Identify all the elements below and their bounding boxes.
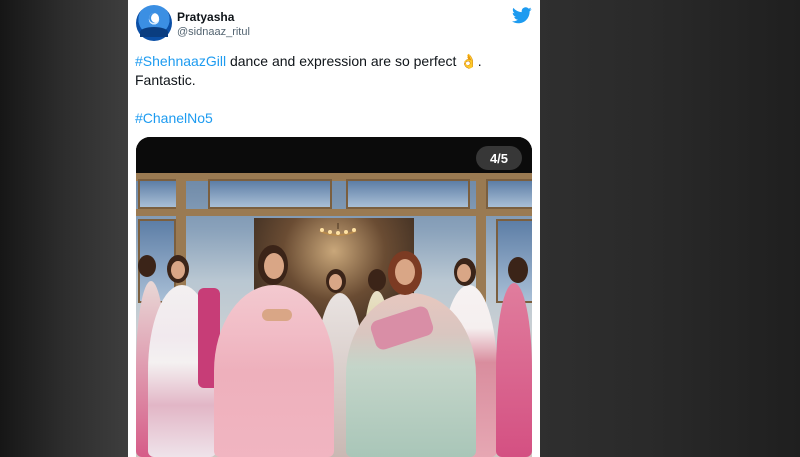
- twitter-bird-icon[interactable]: [512, 7, 532, 24]
- user-handle[interactable]: @sidnaaz_ritul: [177, 26, 250, 38]
- dancer-face: [329, 274, 342, 290]
- avatar[interactable]: [136, 5, 172, 41]
- window-pane: [486, 179, 532, 209]
- tweet-text: #ShehnaazGill dance and expression are s…: [135, 52, 530, 128]
- window-pane: [138, 179, 178, 209]
- dancer-face: [171, 261, 185, 279]
- ok-hand-emoji-icon: 👌: [460, 53, 478, 69]
- dancer-face: [264, 253, 284, 279]
- wood-beam: [136, 173, 532, 181]
- tweet-text-period: .: [477, 53, 482, 69]
- dancer-midriff: [262, 309, 292, 321]
- wood-beam: [136, 209, 532, 216]
- tweet-card: Pratyasha @sidnaaz_ritul #ShehnaazGill d…: [128, 0, 540, 457]
- window-pane: [208, 179, 332, 209]
- user-name[interactable]: Pratyasha: [177, 10, 234, 24]
- dancer-head: [508, 257, 528, 283]
- hashtag-link[interactable]: #ChanelNo5: [135, 110, 213, 126]
- dancer-face: [457, 264, 471, 282]
- dancer-head: [368, 269, 386, 291]
- dancer-face: [395, 259, 415, 285]
- dancer-figure: [496, 283, 532, 457]
- media-counter: 4/5: [476, 146, 522, 170]
- tweet-line-2: Fantastic.: [135, 72, 196, 88]
- video-frame: [136, 173, 532, 457]
- media-image[interactable]: 4/5: [136, 137, 532, 457]
- background-left: [0, 0, 128, 457]
- tweet-text-segment: dance and expression are so perfect: [226, 53, 461, 69]
- tweet-line-1: #ShehnaazGill dance and expression are s…: [135, 52, 530, 71]
- chandelier-icon: [319, 223, 357, 236]
- window-pane: [346, 179, 470, 209]
- media-letterbox: [136, 137, 532, 173]
- hill-shape: [140, 27, 168, 37]
- hashtag-link[interactable]: #ShehnaazGill: [135, 53, 226, 69]
- moon-icon: [149, 13, 159, 23]
- dancer-head: [138, 255, 156, 277]
- background-right: [540, 0, 800, 457]
